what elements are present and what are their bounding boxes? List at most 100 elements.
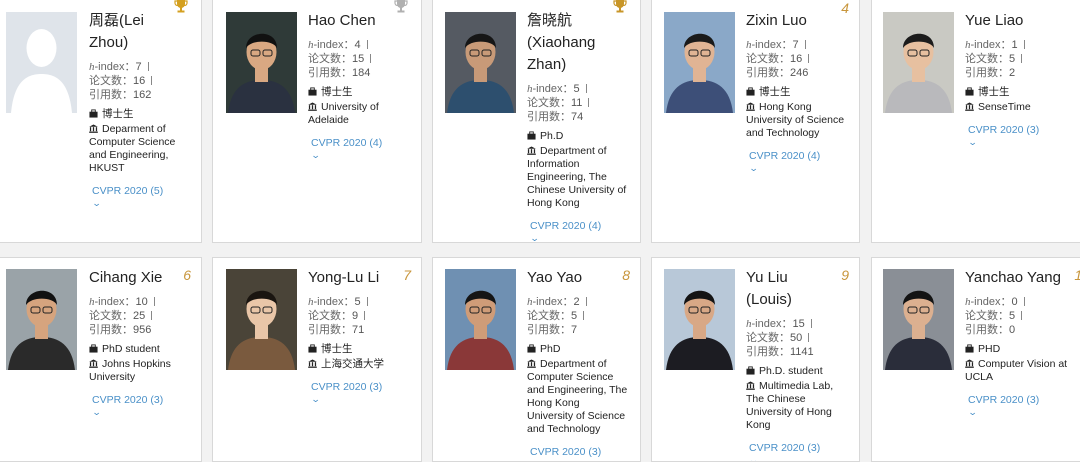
- scholar-institution: 上海交通大学: [308, 358, 409, 371]
- chevron-down-icon[interactable]: ⌄: [968, 137, 978, 147]
- institution-icon: [527, 359, 536, 368]
- chevron-down-icon[interactable]: ⌄: [311, 394, 321, 404]
- conference-link[interactable]: CVPR 2020 (3): [968, 394, 1080, 407]
- papers-stat-value: 50: [790, 332, 803, 344]
- h-index-stat-label: h-index：: [746, 318, 792, 330]
- conference-link[interactable]: CVPR 2020 (3): [968, 124, 1080, 137]
- scholar-name[interactable]: Zixin Luo: [746, 10, 847, 32]
- chevron-down-icon[interactable]: ⌄: [749, 455, 759, 461]
- role-text: 博士生: [759, 86, 791, 98]
- h-index-label-rest: -index：: [970, 39, 1012, 51]
- h-index-label-rest: -index：: [970, 296, 1012, 308]
- institution-icon: [308, 102, 317, 111]
- conference-link[interactable]: CVPR 2020 (5): [92, 185, 189, 198]
- bar-divider: [151, 311, 153, 320]
- h-index-label-rest: -index：: [313, 39, 355, 51]
- chevron-down-icon[interactable]: ⌄: [92, 198, 102, 208]
- briefcase-icon: [89, 344, 98, 353]
- conference-link[interactable]: CVPR 2020 (4): [311, 137, 409, 150]
- avatar[interactable]: [883, 12, 954, 113]
- scholar-info: Cihang Xie h-index：10 论文数：25 引用数：956 PhD stu…: [89, 267, 189, 417]
- scholar-role: PHD: [965, 343, 1080, 356]
- bar-divider: [585, 297, 587, 306]
- citations-stat-label: 引用数：: [527, 111, 571, 123]
- avatar[interactable]: [883, 269, 954, 370]
- scholar-name[interactable]: 詹晓航 (Xiaohang Zhan): [527, 10, 628, 76]
- chevron-down-icon[interactable]: ⌄: [530, 233, 540, 242]
- bar-divider: [1023, 297, 1025, 306]
- conference-link[interactable]: CVPR 2020 (3): [311, 381, 409, 394]
- briefcase-icon: [89, 109, 98, 118]
- bar-divider: [810, 319, 812, 328]
- scholar-institution: Multimedia Lab, The Chinese University o…: [746, 380, 847, 432]
- avatar[interactable]: [664, 269, 735, 370]
- conference-link[interactable]: CVPR 2020 (4): [530, 220, 628, 233]
- citations-stat: 引用数：71: [308, 323, 409, 337]
- h-index-stat-label: h-index：: [746, 39, 792, 51]
- scholar-institution: University of Adelaide: [308, 101, 409, 127]
- h-index-stat-value: 1: [1011, 39, 1018, 51]
- scholar-info: Yanchao Yang h-index：0 论文数：5 引用数：0 PHD Comput…: [965, 267, 1080, 417]
- scholar-name[interactable]: Yao Yao: [527, 267, 628, 289]
- avatar[interactable]: [445, 12, 516, 113]
- avatar[interactable]: [664, 12, 735, 113]
- scholar-name[interactable]: Cihang Xie: [89, 267, 189, 289]
- chevron-down-icon[interactable]: ⌄: [749, 163, 759, 173]
- h-index-stat-value: 2: [573, 296, 580, 308]
- institution-text: Multimedia Lab, The Chinese University o…: [746, 380, 834, 431]
- bar-divider: [583, 311, 585, 320]
- scholar-name[interactable]: Yu Liu (Louis): [746, 267, 847, 311]
- scholar-name[interactable]: 周磊(Lei Zhou): [89, 10, 189, 54]
- citations-stat-label: 引用数：: [746, 346, 790, 358]
- avatar[interactable]: [445, 269, 516, 370]
- citations-stat: 引用数：7: [527, 323, 628, 337]
- conference-link[interactable]: CVPR 2020 (3): [749, 442, 847, 455]
- avatar[interactable]: [6, 12, 77, 113]
- papers-stat-label: 论文数：: [89, 75, 133, 87]
- scholar-info: Yu Liu (Louis) h-index：15 论文数：50 引用数：1141 Ph…: [746, 267, 847, 461]
- h-index-stat-value: 7: [792, 39, 799, 51]
- citations-stat: 引用数：2: [965, 66, 1080, 80]
- conference-link[interactable]: CVPR 2020 (3): [530, 446, 628, 459]
- h-index-stat-value: 5: [354, 296, 361, 308]
- chevron-down-icon[interactable]: ⌄: [311, 150, 321, 160]
- chevron-down-icon[interactable]: ⌄: [92, 407, 102, 417]
- papers-stat-value: 16: [133, 75, 146, 87]
- h-index-label-rest: -index：: [532, 296, 574, 308]
- papers-stat: 论文数：15: [308, 52, 409, 66]
- role-text: 博士生: [978, 86, 1010, 98]
- scholar-name[interactable]: Yue Liao: [965, 10, 1080, 32]
- scholar-info: 周磊(Lei Zhou) h-index：7 论文数：16 引用数：162 博士生 Dep…: [89, 10, 189, 208]
- scholar-name[interactable]: Yanchao Yang: [965, 267, 1080, 289]
- bar-divider: [808, 54, 810, 63]
- institution-icon: [746, 102, 755, 111]
- conference-link[interactable]: CVPR 2020 (4): [749, 150, 847, 163]
- scholar-name[interactable]: Hao Chen: [308, 10, 409, 32]
- avatar[interactable]: [6, 269, 77, 370]
- citations-stat-value: 246: [790, 67, 809, 79]
- chevron-down-icon[interactable]: ⌄: [968, 407, 978, 417]
- scholar-name[interactable]: Yong-Lu Li: [308, 267, 409, 289]
- bar-divider: [588, 98, 590, 107]
- h-index-stat-value: 0: [1011, 296, 1018, 308]
- h-index-stat-label: h-index：: [308, 39, 354, 51]
- papers-stat-value: 15: [352, 53, 365, 65]
- h-index-label-rest: -index：: [532, 83, 574, 95]
- briefcase-icon: [746, 366, 755, 375]
- bar-divider: [1023, 40, 1025, 49]
- conference-link[interactable]: CVPR 2020 (3): [92, 394, 189, 407]
- scholar-institution: SenseTime: [965, 101, 1080, 114]
- institution-text: Computer Vision at UCLA: [965, 358, 1068, 383]
- bar-divider: [1021, 311, 1023, 320]
- avatar[interactable]: [226, 12, 297, 113]
- papers-stat-value: 25: [133, 310, 146, 322]
- institution-icon: [308, 359, 317, 368]
- papers-stat-label: 论文数：: [746, 332, 790, 344]
- bar-divider: [151, 76, 153, 85]
- papers-stat: 论文数：9: [308, 309, 409, 323]
- h-index-stat: h-index：10: [89, 295, 189, 309]
- avatar[interactable]: [226, 269, 297, 370]
- citations-stat-value: 0: [1009, 324, 1016, 336]
- scholar-institution: Department of Computer Science and Engin…: [527, 358, 628, 436]
- citations-stat-label: 引用数：: [965, 324, 1009, 336]
